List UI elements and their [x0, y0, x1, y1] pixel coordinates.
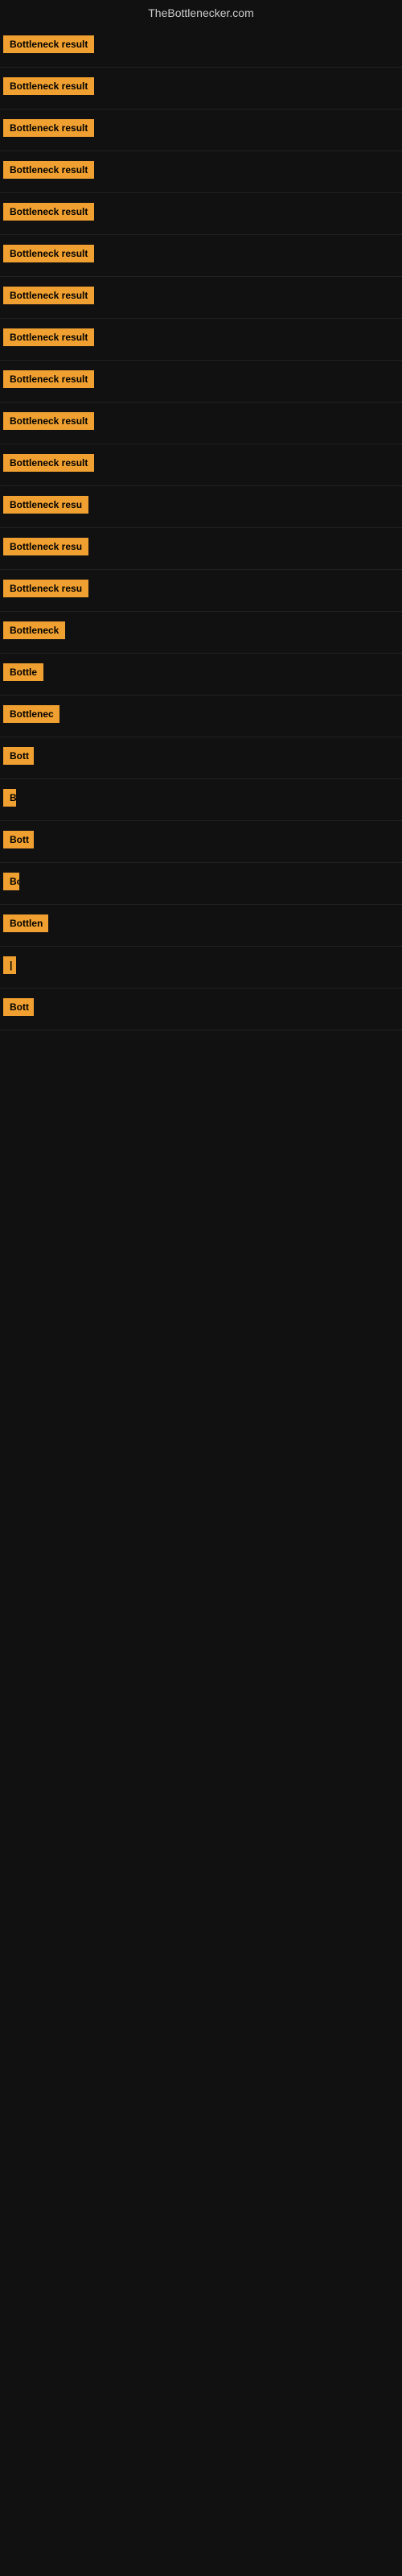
result-item-23: | [0, 947, 402, 989]
bottleneck-result-label: Bottleneck resu [3, 538, 88, 555]
result-item-13: Bottleneck resu [0, 528, 402, 570]
bottleneck-result-label: Bottleneck resu [3, 496, 88, 514]
result-item-4: Bottleneck result [0, 151, 402, 193]
result-item-21: Bo [0, 863, 402, 905]
bottleneck-result-label: Bottleneck result [3, 203, 94, 221]
bottleneck-result-label: Bottleneck result [3, 412, 94, 430]
site-title: TheBottlenecker.com [0, 0, 402, 26]
result-item-17: Bottlenec [0, 696, 402, 737]
result-item-9: Bottleneck result [0, 361, 402, 402]
bottleneck-result-label: Bottleneck result [3, 119, 94, 137]
bottleneck-result-label: Bottleneck result [3, 245, 94, 262]
bottleneck-result-label: Bo [3, 873, 19, 890]
result-item-1: Bottleneck result [0, 26, 402, 68]
bottleneck-result-label: Bott [3, 998, 34, 1016]
bottleneck-result-label: Bottleneck result [3, 287, 94, 304]
result-item-6: Bottleneck result [0, 235, 402, 277]
result-item-22: Bottlen [0, 905, 402, 947]
result-item-2: Bottleneck result [0, 68, 402, 109]
result-item-10: Bottleneck result [0, 402, 402, 444]
bottleneck-result-label: Bottleneck result [3, 35, 94, 53]
result-item-24: Bott [0, 989, 402, 1030]
bottleneck-result-label: Bottle [3, 663, 43, 681]
bottleneck-result-label: Bottleneck result [3, 77, 94, 95]
bottleneck-result-label: | [3, 956, 16, 974]
bottleneck-result-label: Bottleneck result [3, 370, 94, 388]
site-header: TheBottlenecker.com [0, 0, 402, 26]
result-item-3: Bottleneck result [0, 109, 402, 151]
result-item-19: B [0, 779, 402, 821]
bottleneck-result-label: Bottlenec [3, 705, 59, 723]
bottleneck-result-label: B [3, 789, 16, 807]
result-item-11: Bottleneck result [0, 444, 402, 486]
result-item-14: Bottleneck resu [0, 570, 402, 612]
result-item-18: Bott [0, 737, 402, 779]
bottleneck-result-label: Bottleneck result [3, 161, 94, 179]
result-item-15: Bottleneck [0, 612, 402, 654]
bottleneck-result-label: Bott [3, 831, 34, 848]
result-item-7: Bottleneck result [0, 277, 402, 319]
result-item-5: Bottleneck result [0, 193, 402, 235]
bottleneck-result-label: Bottleneck [3, 621, 65, 639]
bottom-spacer [0, 1030, 402, 1996]
bottleneck-result-label: Bottleneck result [3, 454, 94, 472]
result-item-12: Bottleneck resu [0, 486, 402, 528]
bottleneck-result-label: Bott [3, 747, 34, 765]
bottleneck-result-label: Bottleneck resu [3, 580, 88, 597]
results-container: Bottleneck result Bottleneck result Bottle… [0, 26, 402, 1030]
bottleneck-result-label: Bottlen [3, 914, 48, 932]
bottleneck-result-label: Bottleneck result [3, 328, 94, 346]
result-item-20: Bott [0, 821, 402, 863]
result-item-16: Bottle [0, 654, 402, 696]
result-item-8: Bottleneck result [0, 319, 402, 361]
